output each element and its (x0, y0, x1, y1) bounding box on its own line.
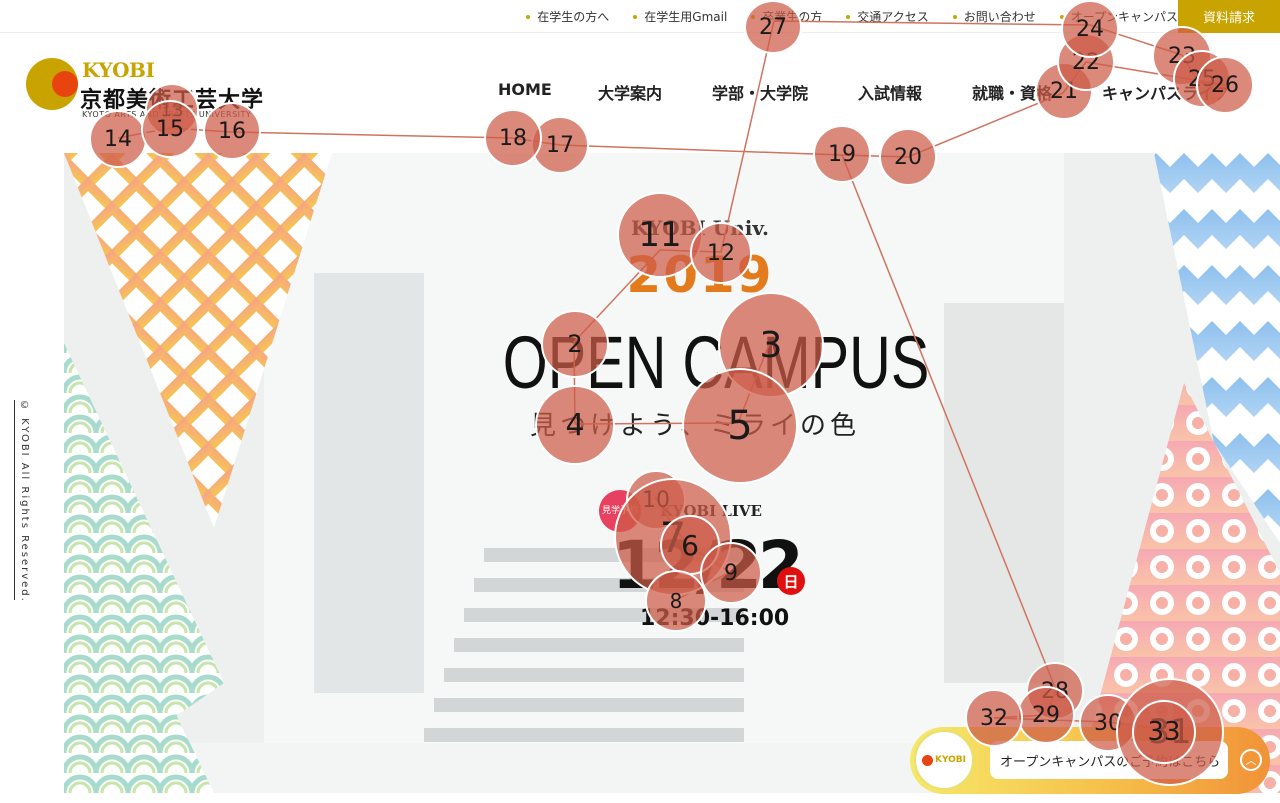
copyright-text: © KYOBI All Rights Reserved. (19, 400, 30, 603)
logo-brand: KYOBI (82, 58, 155, 82)
chat-widget[interactable]: KYOBI オープンキャンパスのご予約はこちら ︿ (910, 727, 1270, 794)
utility-link-open-campus[interactable]: オープンキャンパス (1059, 8, 1178, 25)
request-materials-button[interactable]: 資料請求 (1178, 0, 1280, 33)
nav-home[interactable]: HOME (498, 80, 552, 99)
utility-link-label: お問い合わせ (963, 10, 1036, 24)
bullet-icon (952, 14, 957, 19)
bullet-icon (526, 14, 531, 19)
nav-careers[interactable]: 就職・資格 (972, 80, 1052, 104)
chat-message[interactable]: オープンキャンパスのご予約はこちら (990, 741, 1228, 779)
chat-avatar: KYOBI (914, 730, 974, 790)
bullet-icon (1059, 14, 1064, 19)
utility-link-gmail[interactable]: 在学生用Gmail (633, 8, 727, 25)
utility-link-label: オープンキャンパス (1070, 10, 1178, 24)
utility-nav: 在学生の方へ 在学生用Gmail 卒業生の方 交通アクセス お問い合わせ オープ… (502, 0, 1178, 33)
main-nav: HOME 大学案内 学部・大学院 入試情報 就職・資格 キャンパスライフ (0, 80, 1280, 104)
bullet-icon (633, 14, 638, 19)
event-time: 12:30-16:00 (640, 606, 790, 631)
event-date: 12/22 (612, 527, 804, 604)
chevron-up-icon[interactable]: ︿ (1240, 749, 1262, 771)
live-badge[interactable]: 見学予約 (599, 490, 641, 532)
bullet-icon (846, 14, 851, 19)
utility-link-contact[interactable]: お問い合わせ (952, 8, 1036, 25)
utility-link-access[interactable]: 交通アクセス (846, 8, 929, 25)
bullet-icon (751, 14, 756, 19)
utility-link-label: 卒業生の方 (762, 10, 823, 24)
utility-link-alumni[interactable]: 卒業生の方 (751, 8, 822, 25)
live-label: KYOBI LIVE (660, 502, 762, 520)
hero-title: OPEN CAMPUS (502, 321, 930, 404)
hero-subtitle: 見つけよう、ミライの色 (529, 411, 860, 441)
hero-univ-label: KYOBI Univ. (631, 216, 769, 240)
nav-campus-life[interactable]: キャンパスライフ (1102, 80, 1230, 104)
hero-section: KYOBI Univ. 2019 OPEN CAMPUS 見つけよう、ミライの色… (64, 153, 1280, 793)
utility-link-label: 在学生用Gmail (644, 10, 728, 24)
utility-link-label: 在学生の方へ (537, 10, 610, 24)
hero-year: 2019 (626, 246, 774, 304)
nav-faculties[interactable]: 学部・大学院 (712, 80, 808, 104)
utility-link-label: 交通アクセス (857, 10, 929, 24)
logo-name-en: KYOTO ARTS AND CRAFTS UNIVERSITY (82, 110, 252, 119)
nav-about[interactable]: 大学案内 (598, 80, 662, 104)
nav-admissions[interactable]: 入試情報 (858, 80, 922, 104)
utility-bar: 在学生の方へ 在学生用Gmail 卒業生の方 交通アクセス お問い合わせ オープ… (0, 0, 1280, 33)
utility-link-students[interactable]: 在学生の方へ (526, 8, 609, 25)
event-day: 日 (777, 567, 805, 595)
marker-23: 23 (1152, 26, 1212, 86)
chat-avatar-label: KYOBI (934, 755, 967, 765)
logo-dot-icon (921, 754, 933, 766)
copyright: © KYOBI All Rights Reserved. (14, 400, 34, 603)
